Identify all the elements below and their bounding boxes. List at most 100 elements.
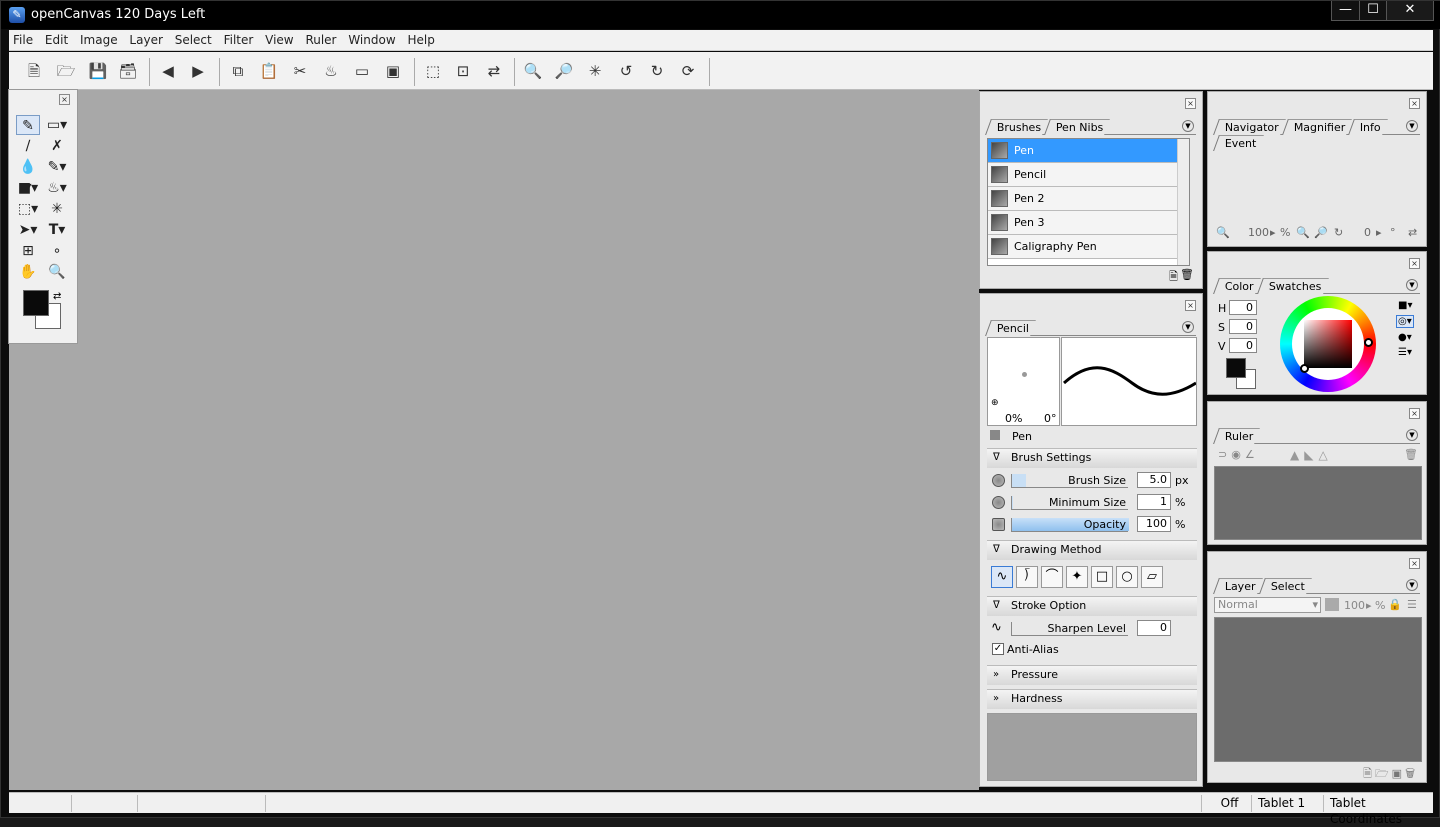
close-icon[interactable]: × <box>1409 98 1420 109</box>
layers-icon[interactable]: ☰ <box>1407 598 1417 611</box>
list-scrollbar[interactable] <box>1177 139 1189 265</box>
wheel-mode-icon[interactable]: ◎▾ <box>1396 315 1414 328</box>
menu-layer[interactable]: Layer <box>125 30 166 47</box>
half-triangle-icon[interactable]: ◣ <box>1304 448 1318 462</box>
eraser-tool-icon[interactable]: ▭▾ <box>45 115 69 135</box>
section-stroke-option[interactable]: ᐁ Stroke Option <box>987 596 1197 616</box>
new-layer-icon[interactable]: 🗎 <box>1363 767 1375 780</box>
new-file-icon[interactable]: 🗎 <box>23 60 45 82</box>
outline-triangle-icon[interactable]: △ <box>1318 448 1332 462</box>
menu-edit[interactable]: Edit <box>41 30 72 47</box>
rotate-icon[interactable]: ↻ <box>1334 226 1343 239</box>
tab-color[interactable]: Color <box>1213 278 1261 294</box>
zoom-reset-icon[interactable]: ✳ <box>584 60 606 82</box>
foreground-color-swatch[interactable] <box>23 290 49 316</box>
close-icon[interactable]: × <box>59 94 70 105</box>
list-item[interactable]: Caligraphy Pen <box>988 235 1189 259</box>
blur-tool-icon[interactable]: ✎▾ <box>45 157 69 177</box>
tab-select[interactable]: Select <box>1258 578 1312 594</box>
minimize-button[interactable]: — <box>1331 1 1360 21</box>
trash-icon[interactable]: 🗑 <box>1405 767 1418 780</box>
panel-menu-icon[interactable]: ▼ <box>1406 279 1418 291</box>
opacity-slider[interactable]: Opacity <box>1011 518 1129 532</box>
value-field[interactable]: 0 <box>1229 338 1257 353</box>
zoom-in-icon[interactable]: 🔍 <box>522 60 544 82</box>
tab-ruler[interactable]: Ruler <box>1213 428 1261 444</box>
eyedropper-tool-icon[interactable]: ∘ <box>45 241 69 261</box>
polyline-method-icon[interactable]: ✦ <box>1066 566 1088 588</box>
trash-icon[interactable]: 🗑 <box>1404 448 1418 461</box>
layer-list[interactable] <box>1214 617 1422 762</box>
section-hardness[interactable]: » Hardness <box>987 689 1197 709</box>
panel-menu-icon[interactable]: ▼ <box>1406 429 1418 441</box>
menu-filter[interactable]: Filter <box>220 30 258 47</box>
slider-mode-icon[interactable]: ●▾ <box>1398 332 1412 343</box>
freehand-method-icon[interactable]: ∿ <box>991 566 1013 588</box>
zoom-tool-icon[interactable]: 🔍 <box>45 262 69 282</box>
close-icon[interactable]: × <box>1409 408 1420 419</box>
list-item[interactable]: Pen 2 <box>988 187 1189 211</box>
ellipse-method-icon[interactable]: ○ <box>1116 566 1138 588</box>
brush-size-field[interactable]: 5.0 <box>1137 472 1171 488</box>
gradient-tool-icon[interactable]: ■▾ <box>16 178 40 198</box>
panel-menu-icon[interactable]: ▼ <box>1406 120 1418 132</box>
blend-mode-select[interactable]: Normal ▾ <box>1214 597 1321 613</box>
zoom-out-icon[interactable]: 🔎 <box>1314 226 1328 239</box>
brush-tool-icon[interactable]: ∕ <box>16 136 40 156</box>
section-pressure[interactable]: » Pressure <box>987 665 1197 685</box>
angle-value[interactable]: 0 <box>1364 226 1371 239</box>
pen-tool-icon[interactable]: ✎ <box>16 115 40 135</box>
polygon-method-icon[interactable]: ▱ <box>1141 566 1163 588</box>
repeat-icon[interactable]: ⟳ <box>677 60 699 82</box>
camera-icon[interactable]: ▣ <box>1392 767 1405 780</box>
tab-info[interactable]: Info <box>1348 119 1389 135</box>
panel-menu-icon[interactable]: ▼ <box>1406 579 1418 591</box>
airbrush-tool-icon[interactable]: ✗ <box>45 136 69 156</box>
prev-icon[interactable]: ◀ <box>157 60 179 82</box>
magnet-icon[interactable]: ⊃ <box>1218 448 1231 461</box>
foreground-color-swatch[interactable] <box>1226 358 1246 378</box>
menu-help[interactable]: Help <box>403 30 438 47</box>
tab-pen-nibs[interactable]: Pen Nibs <box>1044 119 1111 135</box>
crop-tool-icon[interactable]: ⊞ <box>16 241 40 261</box>
undo-icon[interactable]: ↺ <box>615 60 637 82</box>
tab-layer[interactable]: Layer <box>1213 578 1263 594</box>
opacity-field[interactable]: 100 <box>1137 516 1171 532</box>
zoom-in-icon[interactable]: 🔍 <box>1296 226 1310 239</box>
brush-size-slider[interactable]: Brush Size <box>1011 474 1128 488</box>
deselect-icon[interactable]: ⊡ <box>452 60 474 82</box>
swap-colors-icon[interactable]: ⇄ <box>53 291 61 302</box>
menu-select[interactable]: Select <box>171 30 216 47</box>
tab-navigator[interactable]: Navigator <box>1213 119 1286 135</box>
rectangle-method-icon[interactable]: □ <box>1091 566 1113 588</box>
menu-file[interactable]: File <box>9 30 37 47</box>
open-folder-icon[interactable]: 🗁 <box>55 60 77 82</box>
visibility-icon[interactable]: ◉ <box>1231 448 1245 461</box>
invert-select-icon[interactable]: ⇄ <box>483 60 505 82</box>
list-item[interactable]: Pencil <box>988 163 1189 187</box>
copy-icon[interactable]: ⧉ <box>227 60 249 82</box>
menu-ruler[interactable]: Ruler <box>301 30 340 47</box>
section-brush-settings[interactable]: ᐁ Brush Settings <box>987 448 1197 468</box>
new-brush-icon[interactable]: 🗎 <box>1169 268 1178 287</box>
curve-method-icon[interactable]: ⌒ <box>1041 566 1063 588</box>
fill-icon[interactable]: ♨ <box>320 60 342 82</box>
section-drawing-method[interactable]: ᐁ Drawing Method <box>987 540 1197 560</box>
list-item[interactable]: Pen <box>988 139 1189 163</box>
zoom-icon[interactable]: 🔍 <box>1216 226 1230 239</box>
next-icon[interactable]: ▶ <box>187 60 209 82</box>
min-size-slider[interactable]: Minimum Size <box>1011 496 1128 510</box>
maximize-button[interactable]: ☐ <box>1359 1 1387 21</box>
triangle-icon[interactable]: ▲ <box>1290 448 1304 462</box>
water-tool-icon[interactable]: 💧▾ <box>16 157 40 195</box>
close-icon[interactable]: × <box>1185 300 1196 311</box>
cut-icon[interactable]: ✂ <box>289 60 311 82</box>
save-icon[interactable]: 💾 <box>87 60 109 82</box>
close-icon[interactable]: × <box>1409 558 1420 569</box>
sv-handle[interactable] <box>1300 364 1309 373</box>
zoom-out-icon[interactable]: 🔎 <box>553 60 575 82</box>
hand-tool-icon[interactable]: ✋ <box>16 262 40 282</box>
close-icon[interactable]: × <box>1409 258 1420 269</box>
select-rect-icon[interactable]: ⬚ <box>422 60 444 82</box>
angle-ruler-icon[interactable]: ∠ <box>1245 448 1259 461</box>
